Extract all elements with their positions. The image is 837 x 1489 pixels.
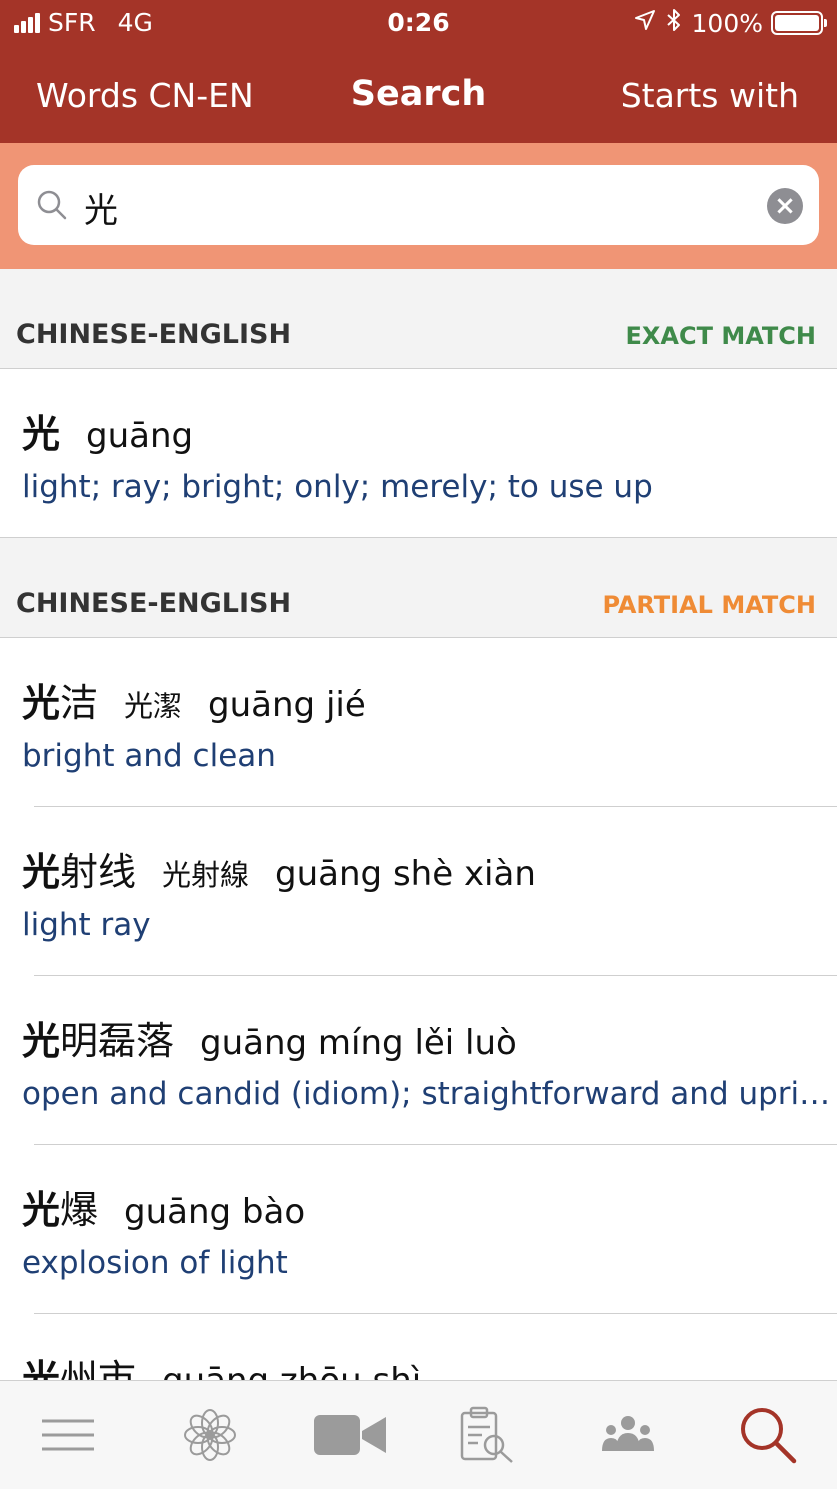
list-item[interactable]: 光明磊落 guāng míng lěi luò open and candid …	[0, 976, 837, 1145]
entry-hanzi: 光洁	[22, 681, 99, 725]
entry-definition: bright and clean	[22, 738, 276, 774]
navigation-bar: Words CN-EN Search Starts with	[0, 60, 837, 130]
tab-bar	[0, 1380, 837, 1489]
exact-results: 光 guāng light; ray; bright; only; merely…	[0, 369, 837, 538]
status-right: 100%	[634, 8, 827, 38]
section-title: CHINESE-ENGLISH	[16, 319, 292, 350]
entry-hanzi: 光明磊落	[22, 1019, 175, 1063]
search-query: 光	[84, 191, 118, 231]
entry-traditional: 光射線	[162, 858, 250, 892]
menu-icon[interactable]	[38, 1405, 98, 1465]
video-camera-icon[interactable]	[312, 1405, 388, 1465]
search-input[interactable]: 光 ×	[18, 165, 819, 245]
entry-hanzi: 光爆	[22, 1188, 99, 1232]
section-title: CHINESE-ENGLISH	[16, 588, 292, 619]
list-item[interactable]: 光州市 guāng zhōu shì	[0, 1314, 837, 1380]
entry-definition: light ray	[22, 907, 151, 943]
list-item[interactable]: 光洁 光潔 guāng jié bright and clean	[0, 638, 837, 807]
section-header-partial: CHINESE-ENGLISH PARTIAL MATCH	[0, 538, 837, 638]
search-mode-button[interactable]: Starts with	[621, 76, 799, 115]
search-bar-container: 光 ×	[0, 143, 837, 269]
entry-hanzi: 光	[22, 412, 61, 456]
entry-definition: open and candid (idiom); straightforward…	[22, 1076, 837, 1112]
status-bar: SFR 4G 0:26 100%	[0, 0, 837, 46]
bluetooth-icon	[666, 8, 682, 38]
list-item[interactable]: 光 guāng light; ray; bright; only; merely…	[0, 369, 837, 538]
match-type-label: EXACT MATCH	[625, 322, 816, 350]
entry-hanzi: 光州市	[22, 1357, 137, 1380]
partial-results: 光洁 光潔 guāng jié bright and clean 光射线 光射線…	[0, 638, 837, 1380]
community-icon[interactable]	[598, 1405, 658, 1465]
search-tab-icon[interactable]	[738, 1405, 798, 1465]
entry-pinyin: guāng bào	[124, 1192, 306, 1232]
entry-pinyin: guāng shè xiàn	[275, 854, 536, 894]
flower-icon[interactable]	[180, 1405, 240, 1465]
entry-definition: light; ray; bright; only; merely; to use…	[22, 469, 653, 505]
search-icon	[37, 190, 67, 220]
location-arrow-icon	[634, 9, 656, 37]
list-item[interactable]: 光射线 光射線 guāng shè xiàn light ray	[0, 807, 837, 976]
battery-percent: 100%	[691, 8, 763, 38]
app-header: SFR 4G 0:26 100% Words CN-EN Search Star…	[0, 0, 837, 143]
section-header-exact: CHINESE-ENGLISH EXACT MATCH	[0, 269, 837, 369]
entry-pinyin: guāng jié	[208, 685, 366, 725]
entry-traditional: 光潔	[124, 689, 183, 723]
entry-pinyin: guāng zhōu shì	[162, 1361, 421, 1380]
list-item[interactable]: 光爆 guāng bào explosion of light	[0, 1145, 837, 1314]
results-list[interactable]: CHINESE-ENGLISH EXACT MATCH 光 guāng ligh…	[0, 269, 837, 1380]
match-type-label: PARTIAL MATCH	[602, 591, 816, 619]
entry-pinyin: guāng míng lěi luò	[200, 1023, 517, 1063]
entry-hanzi: 光射线	[22, 850, 137, 894]
entry-pinyin: guāng	[86, 416, 194, 456]
entry-definition: explosion of light	[22, 1245, 288, 1281]
battery-icon	[771, 11, 827, 35]
clear-icon[interactable]: ×	[767, 188, 803, 224]
clipboard-search-icon[interactable]	[458, 1405, 518, 1465]
